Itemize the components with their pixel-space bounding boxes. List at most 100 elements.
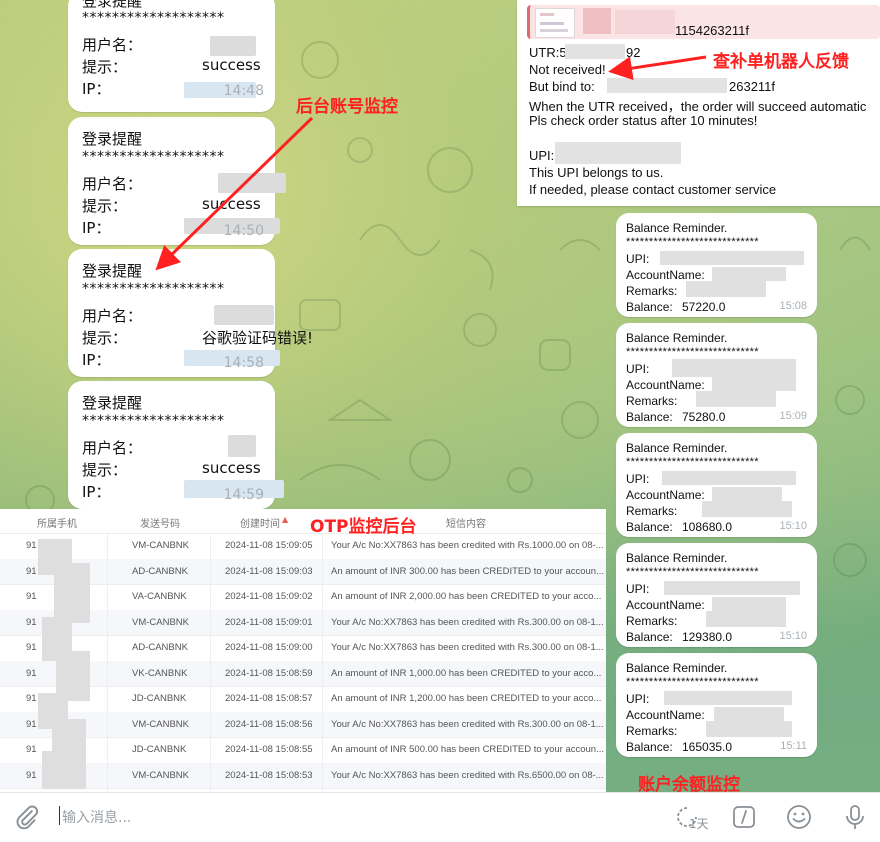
cell-sender: AD-CANBNK: [132, 642, 188, 653]
redacted-remarks: [706, 611, 786, 627]
upi-label: UPI:: [626, 362, 650, 376]
redacted-upi: [664, 691, 792, 705]
redacted-upi: [662, 471, 796, 485]
balance-reminder-title: Balance Reminder.: [626, 661, 728, 675]
username-label: 用户名：: [82, 36, 143, 54]
cell-sms-content: Your A/c No:XX7863 has been credited wit…: [331, 642, 604, 653]
message-time: 14:58: [223, 355, 264, 371]
redacted-upi: [664, 581, 800, 595]
message-composer: 输入消息... 1天: [0, 792, 880, 842]
divider-stars: *****************************: [626, 236, 759, 248]
divider-stars: *****************************: [626, 566, 759, 578]
cell-created-time: 2024-11-08 15:09:01: [225, 616, 313, 628]
divider-stars: *****************************: [626, 676, 759, 688]
balance-label: Balance:: [626, 740, 673, 754]
column-header-sender[interactable]: 发送号码: [140, 515, 180, 530]
redacted-upi: [555, 142, 681, 164]
cell-sender: VM-CANBNK: [132, 718, 190, 730]
balance-value: 75280.0: [682, 410, 726, 424]
balance-reminder-bubble: Balance Reminder. **********************…: [616, 323, 817, 427]
column-header-phone[interactable]: 所属手机: [37, 515, 77, 530]
divider-stars: *******************: [82, 413, 225, 429]
cell-created-time: 2024-11-08 15:09:02: [225, 591, 313, 602]
redacted-phone-column: [38, 533, 106, 791]
cell-sms-content: An amount of INR 1,000.00 has been CREDI…: [331, 667, 602, 679]
table-header: 所属手机 发送号码 创建时间 ▲ 短信内容: [0, 509, 606, 534]
otp-monitor-table: 所属手机 发送号码 创建时间 ▲ 短信内容 91 VM-CANBNK 2024-11…: [0, 509, 606, 792]
login-reminder-bubble: 登录提醒 ******************* 用户名： 提示： 谷歌验证码错…: [68, 249, 313, 377]
cell-phone: 91: [26, 642, 37, 653]
account-name-label: AccountName:: [626, 488, 705, 502]
ip-label: IP：: [82, 483, 111, 501]
hint-value: success: [202, 459, 261, 477]
cell-phone: 91: [26, 616, 37, 628]
upi-belongs-text: This UPI belongs to us.: [529, 165, 664, 180]
hint-label: 提示：: [82, 58, 128, 76]
utr-prefix: UTR:5: [529, 45, 567, 60]
redacted-account-name: [712, 377, 796, 391]
text-caret: [59, 806, 60, 825]
cell-phone: 91: [26, 769, 37, 781]
redacted-username: [210, 36, 256, 56]
balance-label: Balance:: [626, 520, 673, 534]
login-reminder-title: 登录提醒: [82, 130, 143, 148]
balance-reminder-title: Balance Reminder.: [626, 331, 728, 345]
message-time: 15:10: [779, 520, 807, 532]
redacted-remarks: [686, 281, 766, 297]
divider-stars: *******************: [82, 149, 225, 165]
cell-phone: 91: [26, 718, 37, 730]
sort-icon[interactable]: ▲: [282, 515, 288, 524]
divider-stars: *******************: [82, 281, 225, 297]
cell-created-time: 2024-11-08 15:09:03: [225, 565, 313, 577]
balance-reminder-title: Balance Reminder.: [626, 221, 728, 235]
remarks-label: Remarks:: [626, 504, 678, 518]
remarks-label: Remarks:: [626, 284, 678, 298]
upi-label: UPI:: [626, 252, 650, 266]
cell-created-time: 2024-11-08 15:08:56: [225, 718, 313, 730]
cell-sender: AD-CANBNK: [132, 565, 188, 577]
message-input[interactable]: 输入消息...: [62, 807, 131, 827]
redacted-upi: [660, 251, 804, 265]
redacted-remarks: [696, 391, 776, 407]
annotation-feedback-bot: 查补单机器人反馈: [713, 52, 849, 72]
cell-sender: VM-CANBNK: [132, 540, 190, 551]
account-name-label: AccountName:: [626, 268, 705, 282]
cell-created-time: 2024-11-08 15:08:59: [225, 667, 313, 679]
remarks-label: Remarks:: [626, 614, 678, 628]
hint-value: 谷歌验证码错误!: [202, 329, 314, 347]
redacted-remarks: [702, 501, 792, 517]
emoji-icon[interactable]: [785, 803, 813, 831]
order-feedback-card: 1154263211f UTR:5 92 Not received! But b…: [517, 0, 880, 206]
column-divider: [107, 533, 108, 792]
redacted-upi: [672, 359, 796, 377]
upi-label: UPI:: [626, 582, 650, 596]
balance-label: Balance:: [626, 410, 673, 424]
command-icon[interactable]: [731, 804, 757, 830]
message-time: 14:50: [223, 223, 264, 239]
remarks-label: Remarks:: [626, 394, 678, 408]
column-header-sms-content[interactable]: 短信内容: [446, 515, 486, 530]
username-label: 用户名：: [82, 307, 143, 325]
microphone-icon[interactable]: [842, 803, 868, 831]
account-name-label: AccountName:: [626, 598, 705, 612]
username-label: 用户名：: [82, 439, 143, 457]
cell-sender: VA-CANBNK: [132, 591, 187, 602]
cell-sms-content: An amount of INR 2,000.00 has been CREDI…: [331, 591, 602, 602]
upi-label: UPI:: [529, 148, 555, 163]
cell-sms-content: Your A/c No:XX7863 has been credited wit…: [331, 718, 604, 730]
upi-label: UPI:: [626, 472, 650, 486]
hint-value: success: [202, 195, 261, 213]
cell-sms-content: Your A/c No:XX7863 has been credited wit…: [331, 616, 604, 628]
redacted-username: [214, 305, 274, 325]
login-reminder-bubble: 登录提醒 ******************* 用户名： 提示： succes…: [68, 117, 286, 245]
column-header-created-time[interactable]: 创建时间: [240, 515, 280, 530]
quoted-image-thumbnail[interactable]: [535, 8, 575, 38]
bind-label: But bind to:: [529, 79, 595, 94]
balance-reminder-bubble: Balance Reminder. **********************…: [616, 653, 817, 757]
cell-phone: 91: [26, 540, 37, 551]
redacted-bind-id: [607, 78, 727, 93]
paperclip-icon[interactable]: [14, 804, 40, 830]
balance-label: Balance:: [626, 630, 673, 644]
cell-sms-content: An amount of INR 1,200.00 has been CREDI…: [331, 693, 602, 704]
balance-reminder-bubble: Balance Reminder. **********************…: [616, 433, 817, 537]
